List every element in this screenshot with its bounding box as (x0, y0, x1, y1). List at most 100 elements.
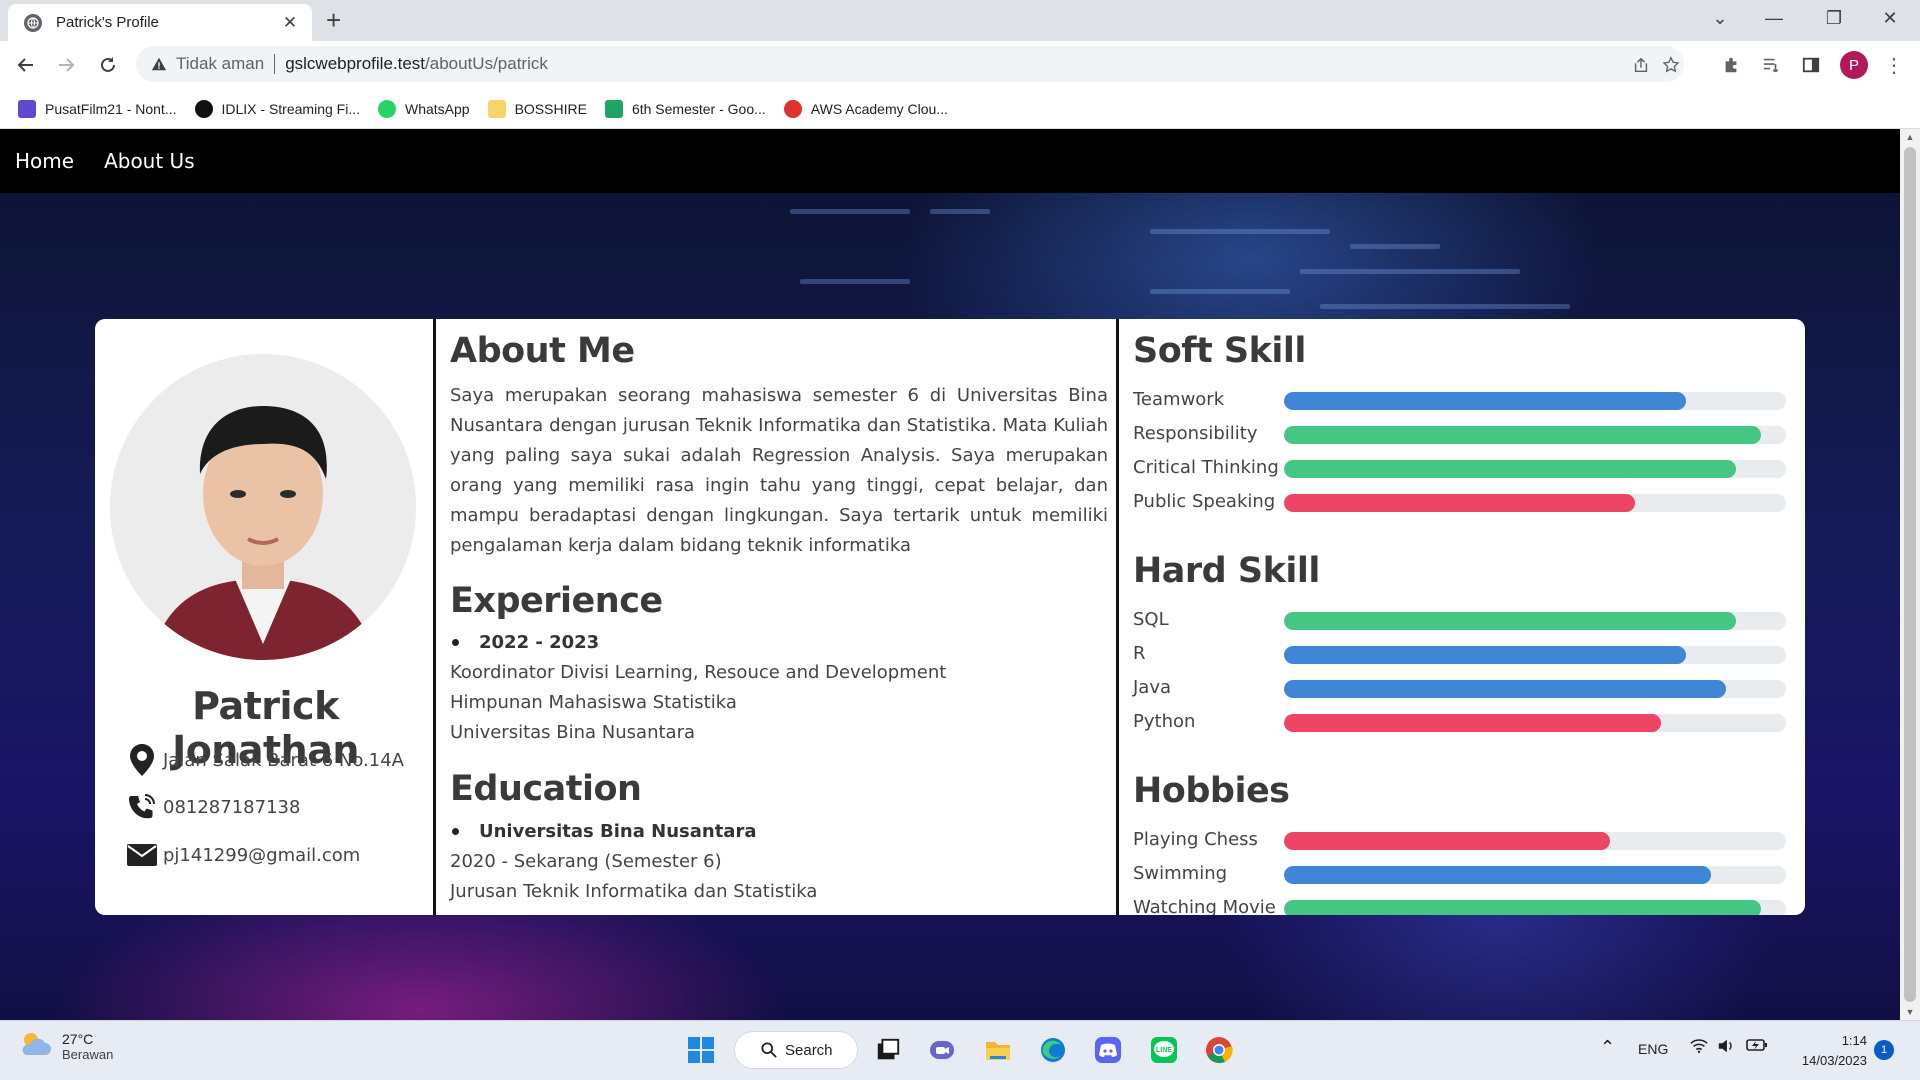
tray-overflow-chevron-icon[interactable]: ⌃ (1600, 1037, 1615, 1058)
restore-button[interactable]: ❐ (1822, 8, 1846, 29)
battery-charging-icon[interactable] (1746, 1038, 1768, 1055)
bg-code-line (800, 279, 910, 284)
windows-taskbar: 27°C Berawan Search LINE ⌃ ENG 1:14 14/0… (0, 1020, 1920, 1080)
skill-label: Playing Chess (1133, 829, 1258, 850)
new-tab-button[interactable]: + (326, 7, 341, 33)
edge-browser-icon[interactable] (1037, 1034, 1069, 1066)
side-panel-icon[interactable] (1800, 54, 1822, 76)
share-icon[interactable] (1630, 54, 1652, 76)
menu-kebab-icon[interactable]: ⋮ (1884, 53, 1904, 78)
bookmark-item[interactable]: BOSSHIRE (487, 99, 587, 118)
line-messenger-icon[interactable]: LINE (1148, 1034, 1180, 1066)
skill-label: Critical Thinking (1133, 457, 1279, 478)
education-heading: Education (450, 769, 642, 809)
tab-title: Patrick's Profile (56, 14, 159, 31)
bookmark-item[interactable]: 6th Semester - Goo... (604, 99, 766, 118)
minimize-button[interactable]: — (1762, 8, 1786, 29)
idlix-icon (194, 99, 213, 118)
education-school: Universitas Bina Nusantara (450, 821, 756, 842)
close-tab-icon[interactable]: ✕ (280, 13, 300, 33)
system-clock[interactable]: 1:14 14/03/2023 (1775, 1031, 1867, 1071)
bookmark-item[interactable]: IDLIX - Streaming Fi... (194, 99, 360, 118)
scroll-down-arrow-icon[interactable]: ▼ (1900, 1004, 1920, 1020)
skill-label: R (1133, 643, 1146, 664)
skills-column: Soft Skill Teamwork Responsibility Critical… (1119, 319, 1805, 915)
bookmark-label: PusatFilm21 - Nont... (45, 100, 177, 117)
location-pin-icon (127, 744, 157, 776)
phone-icon (127, 791, 157, 823)
windows-start-icon[interactable] (685, 1034, 717, 1066)
experience-heading: Experience (450, 581, 663, 621)
skill-bar-fill (1284, 646, 1686, 664)
envelope-icon (127, 839, 157, 871)
weather-temperature: 27°C (62, 1031, 94, 1047)
address-bar[interactable]: Tidak aman gslcwebprofile.test/aboutUs/p… (136, 46, 1684, 82)
skill-bar-track (1284, 392, 1786, 410)
file-explorer-icon[interactable] (982, 1034, 1014, 1066)
skill-bar-track (1284, 900, 1786, 915)
bg-code-line (1320, 304, 1570, 309)
bg-code-line (1150, 289, 1290, 294)
search-label: Search (785, 1041, 833, 1059)
tab-search-chevron-icon[interactable]: ⌄ (1708, 8, 1732, 29)
browser-tab[interactable]: Patrick's Profile ✕ (8, 4, 312, 41)
taskbar-search[interactable]: Search (734, 1031, 858, 1069)
education-line: 2020 - Sekarang (Semester 6) (450, 851, 722, 872)
wifi-icon[interactable] (1690, 1038, 1708, 1057)
skill-label: Java (1133, 677, 1172, 698)
bookmark-star-icon[interactable] (1660, 54, 1682, 76)
about-heading: About Me (450, 331, 635, 371)
bookmark-item[interactable]: WhatsApp (377, 99, 470, 118)
forward-arrow-icon[interactable] (52, 51, 80, 79)
url-host: gslcwebprofile.test (285, 54, 426, 73)
skill-label: SQL (1133, 609, 1169, 630)
page-scrollbar[interactable]: ▲ ▼ (1900, 129, 1920, 1020)
chrome-icon[interactable] (1203, 1034, 1235, 1066)
experience-line: Himpunan Mahasiswa Statistika (450, 692, 737, 713)
tab-strip: Patrick's Profile ✕ + ⌄ — ❐ ✕ (0, 0, 1920, 41)
bookmark-item[interactable]: PusatFilm21 - Nont... (18, 99, 177, 118)
bg-code-line (790, 209, 910, 214)
partly-cloudy-icon (18, 1029, 52, 1064)
teams-chat-icon[interactable] (926, 1034, 958, 1066)
aws-icon (783, 99, 802, 118)
bookmark-label: IDLIX - Streaming Fi... (221, 100, 360, 117)
bg-code-line (930, 209, 990, 214)
nav-link-home[interactable]: Home (15, 149, 74, 173)
email-text: pj141299@gmail.com (163, 844, 361, 866)
skill-bar-track (1284, 426, 1786, 444)
discord-icon[interactable] (1092, 1034, 1124, 1066)
url-text[interactable]: gslcwebprofile.test/aboutUs/patrick (285, 54, 548, 74)
browser-toolbar: Tidak aman gslcwebprofile.test/aboutUs/p… (0, 41, 1920, 89)
security-status[interactable]: Tidak aman (176, 54, 264, 74)
address-text: Jalan Salak Barat 6 No.14A (163, 749, 404, 771)
about-column: About Me Saya merupakan seorang mahasisw… (436, 319, 1119, 915)
extensions-puzzle-icon[interactable] (1720, 54, 1742, 76)
skill-bar-fill (1284, 680, 1726, 698)
svg-text:LINE: LINE (1156, 1047, 1172, 1054)
close-window-button[interactable]: ✕ (1878, 8, 1902, 29)
scroll-up-arrow-icon[interactable]: ▲ (1900, 129, 1920, 145)
address-separator (274, 54, 276, 74)
back-arrow-icon[interactable] (12, 51, 40, 79)
bookmark-item[interactable]: AWS Academy Clou... (783, 99, 948, 118)
skill-bar-fill (1284, 714, 1661, 732)
language-indicator[interactable]: ENG (1638, 1041, 1668, 1057)
scrollbar-thumb[interactable] (1904, 147, 1916, 1002)
address-row: Jalan Salak Barat 6 No.14A (127, 744, 404, 776)
nav-link-about[interactable]: About Us (104, 149, 195, 173)
about-text: Saya merupakan seorang mahasiswa semeste… (450, 385, 1108, 556)
reload-icon[interactable] (94, 51, 122, 79)
volume-icon[interactable] (1717, 1038, 1735, 1057)
google-drive-icon (604, 99, 623, 118)
notification-badge[interactable]: 1 (1874, 1040, 1894, 1060)
media-queue-icon[interactable] (1760, 54, 1782, 76)
profile-avatar[interactable]: P (1840, 51, 1868, 79)
profile-column: Patrick Jonathan Jalan Salak Barat 6 No.… (95, 319, 436, 915)
weather-widget[interactable]: 27°C Berawan (18, 1029, 113, 1064)
warning-icon[interactable] (150, 55, 168, 73)
experience-line: Universitas Bina Nusantara (450, 722, 695, 743)
skill-bar-track (1284, 866, 1786, 884)
skill-bar-track (1284, 494, 1786, 512)
task-view-icon[interactable] (872, 1034, 904, 1066)
